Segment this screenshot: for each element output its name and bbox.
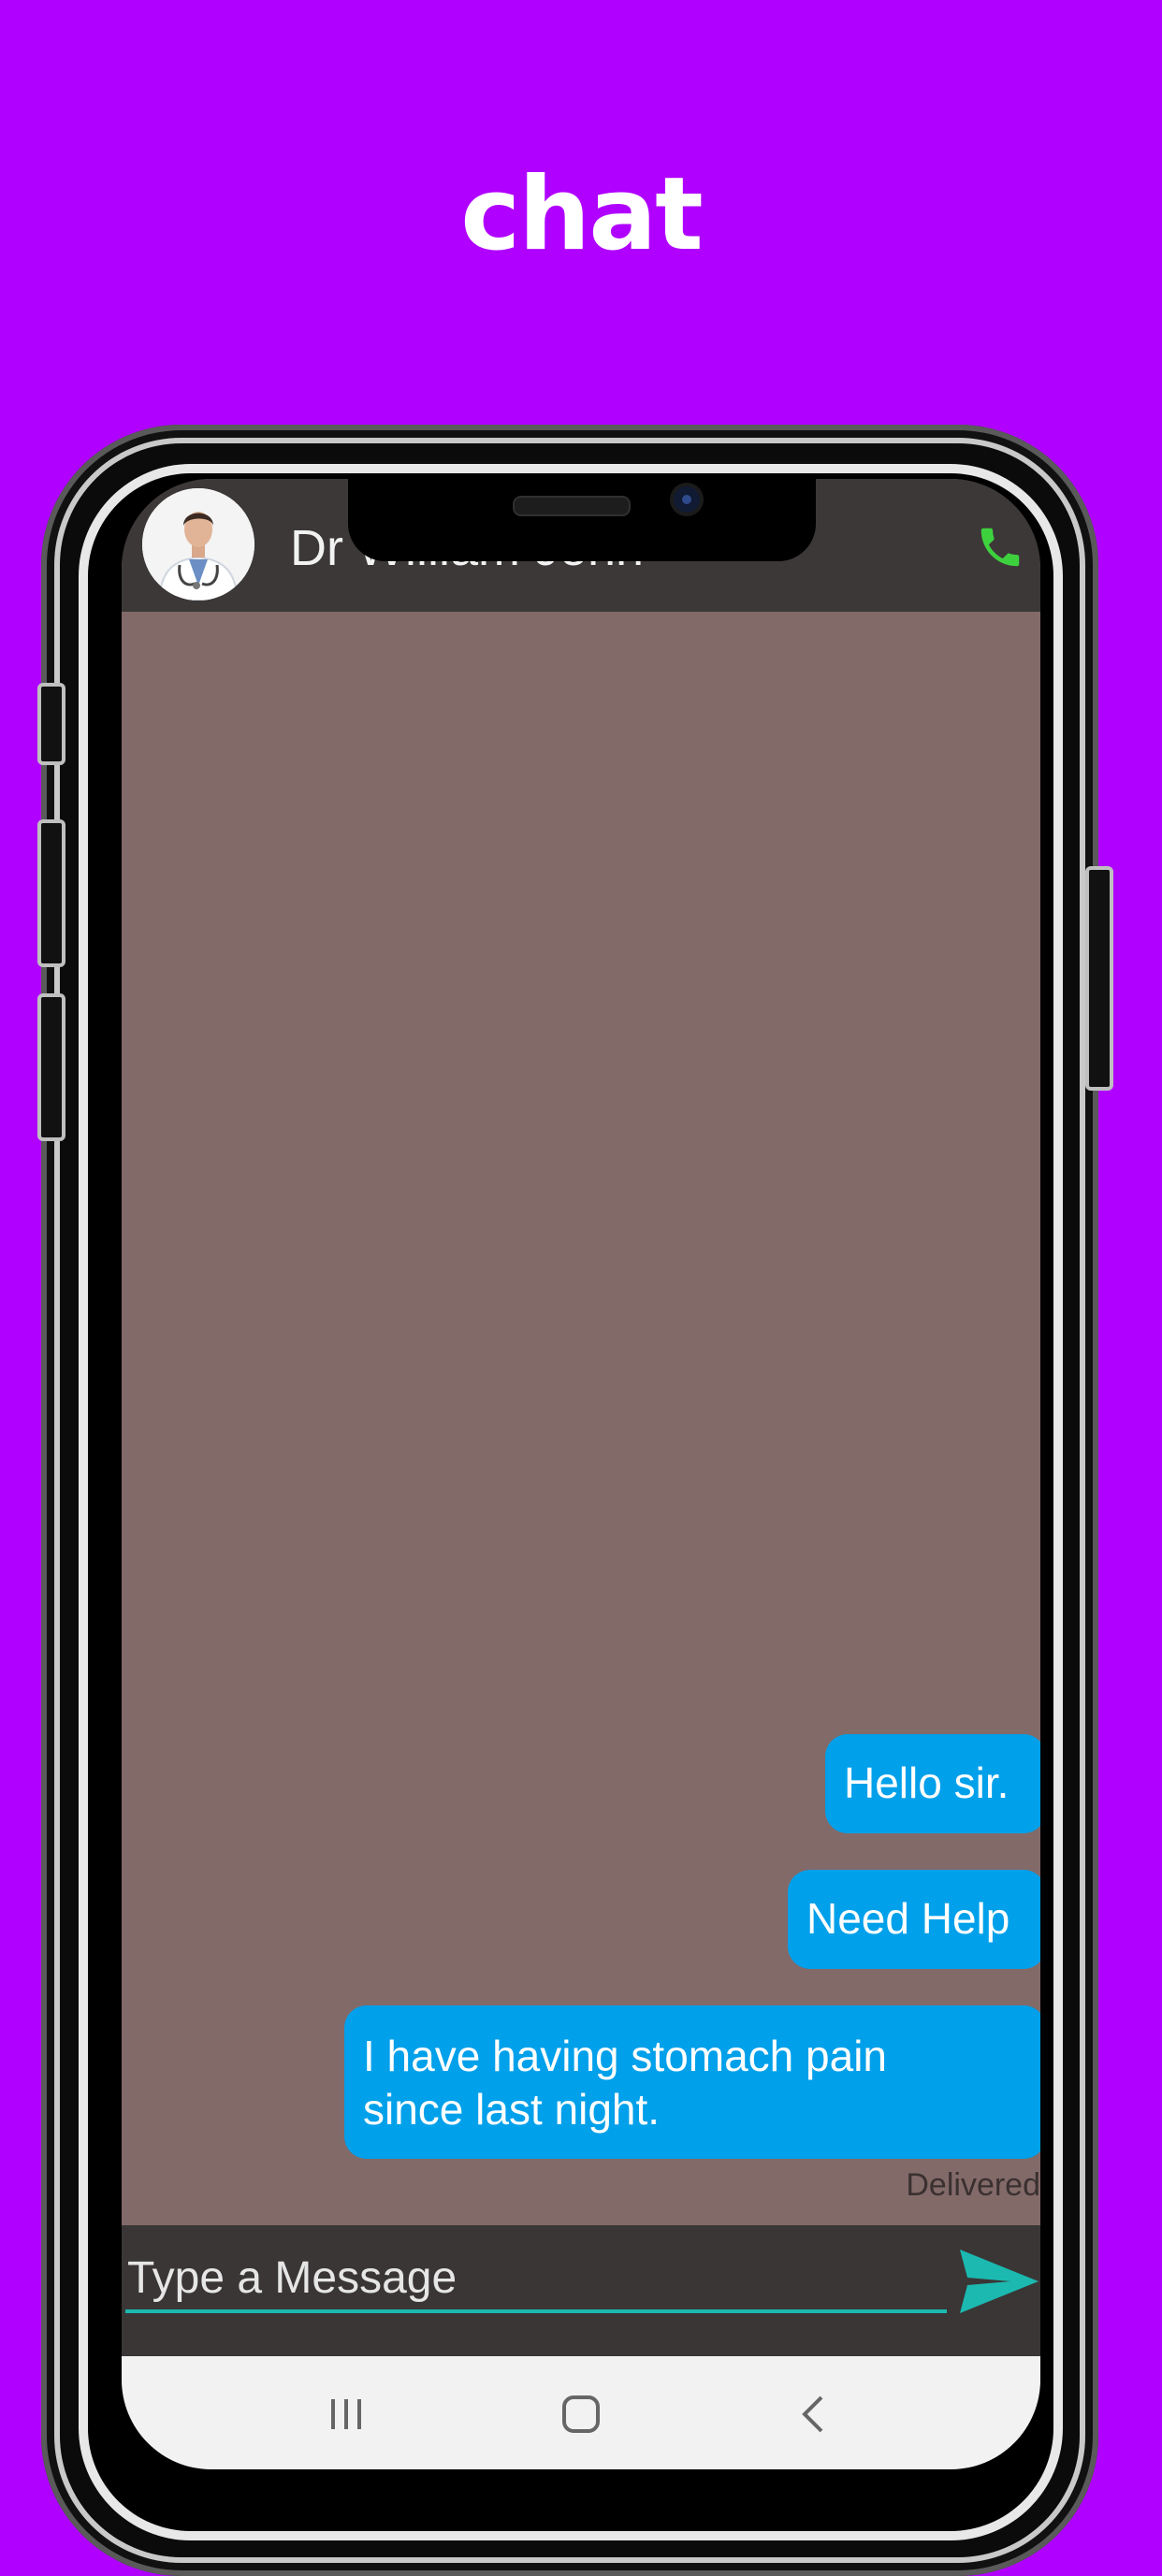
phone-screen: Dr William John Hello sir. Need Help I h… bbox=[122, 479, 1040, 2469]
recent-apps-icon[interactable] bbox=[318, 2386, 374, 2442]
phone-icon[interactable] bbox=[975, 522, 1025, 572]
message-bubble[interactable]: Need Help bbox=[788, 1870, 1040, 1969]
home-icon[interactable] bbox=[553, 2386, 609, 2442]
volume-up-button bbox=[37, 819, 65, 967]
mute-switch bbox=[37, 683, 65, 765]
front-camera bbox=[674, 486, 700, 513]
message-input[interactable] bbox=[125, 2246, 947, 2313]
back-icon[interactable] bbox=[786, 2386, 842, 2442]
chat-header: Dr William John bbox=[122, 479, 1040, 612]
doctor-avatar[interactable] bbox=[142, 488, 254, 601]
message-bubble[interactable]: Hello sir. bbox=[825, 1734, 1040, 1833]
camera-notch bbox=[348, 479, 816, 561]
volume-down-button bbox=[37, 993, 65, 1141]
page-headline: chat bbox=[460, 156, 703, 273]
system-navigation-bar bbox=[122, 2356, 1040, 2469]
power-button bbox=[1085, 866, 1113, 1091]
earpiece-speaker bbox=[513, 496, 631, 516]
delivery-status: Delivered bbox=[906, 2167, 1040, 2203]
message-composer bbox=[122, 2225, 1040, 2356]
send-icon[interactable] bbox=[958, 2246, 1040, 2317]
message-bubble[interactable]: I have having stomach pain since last ni… bbox=[344, 2005, 1040, 2159]
